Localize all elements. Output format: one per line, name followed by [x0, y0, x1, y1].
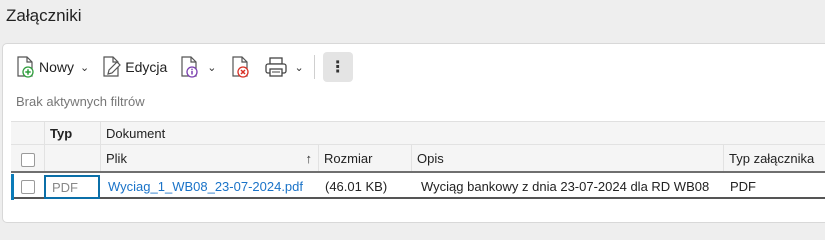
cell-size[interactable]: (46.01 KB): [319, 175, 411, 197]
chevron-down-icon[interactable]: ⌄: [207, 61, 216, 74]
row-selection-indicator: [11, 174, 14, 200]
cell-file[interactable]: Wyciag_1_WB08_23-07-2024.pdf: [102, 175, 318, 197]
filters-status: Brak aktywnych filtrów: [16, 94, 145, 109]
column-header-file[interactable]: Plik ↑: [100, 145, 318, 171]
print-button[interactable]: ⌄: [264, 52, 304, 82]
group-header-row: Typ Dokument: [11, 122, 825, 145]
more-options-icon[interactable]: ⋮: [322, 52, 353, 82]
cell-attachment-type[interactable]: PDF: [724, 175, 825, 197]
column-header-row: Plik ↑ Rozmiar Opis Typ załącznika: [11, 145, 825, 173]
cell-description[interactable]: Wyciąg bankowy z dnia 23-07-2024 dla RD …: [415, 175, 723, 197]
chevron-down-icon[interactable]: ⌄: [294, 61, 303, 74]
chevron-down-icon[interactable]: ⌄: [80, 61, 89, 74]
column-header-type-empty: [44, 145, 100, 171]
group-header-document[interactable]: Dokument: [100, 122, 825, 144]
edit-button[interactable]: Edycja: [101, 52, 167, 82]
table-row[interactable]: PDF Wyciag_1_WB08_23-07-2024.pdf (46.01 …: [11, 174, 825, 200]
toolbar-divider: [313, 55, 315, 79]
document-info-button[interactable]: ⌄: [179, 52, 216, 82]
sort-ascending-icon[interactable]: ↑: [306, 151, 313, 166]
row-checkbox[interactable]: [21, 180, 35, 194]
printer-icon: [264, 55, 288, 79]
delete-button[interactable]: [230, 52, 252, 82]
attachments-grid: Typ Dokument Plik ↑ Rozmiar Opis Typ zał…: [11, 121, 825, 221]
attachments-panel: Nowy ⌄ Edycja ⌄ ⌄ ⋮ Brak aktywnych filtr…: [2, 43, 825, 223]
edit-button-label: Edycja: [125, 59, 168, 75]
toolbar: Nowy ⌄ Edycja ⌄ ⌄ ⋮: [15, 52, 353, 82]
document-info-icon: [179, 55, 201, 79]
file-link[interactable]: Wyciag_1_WB08_23-07-2024.pdf: [108, 179, 303, 194]
column-header-description[interactable]: Opis: [411, 145, 723, 171]
new-document-icon: [15, 55, 37, 79]
edit-document-icon: [101, 55, 123, 79]
column-header-file-label: Plik: [106, 150, 127, 166]
group-header-type[interactable]: Typ: [44, 122, 100, 144]
delete-document-icon: [230, 55, 252, 79]
cell-type[interactable]: PDF: [44, 175, 100, 199]
select-all-checkbox[interactable]: [21, 153, 35, 167]
new-button-label: Nowy: [39, 59, 75, 75]
column-header-size[interactable]: Rozmiar: [318, 145, 411, 171]
page-title: Załączniki: [6, 6, 82, 25]
column-header-attachment-type[interactable]: Typ załącznika: [723, 145, 825, 171]
new-button[interactable]: Nowy ⌄: [15, 52, 89, 82]
